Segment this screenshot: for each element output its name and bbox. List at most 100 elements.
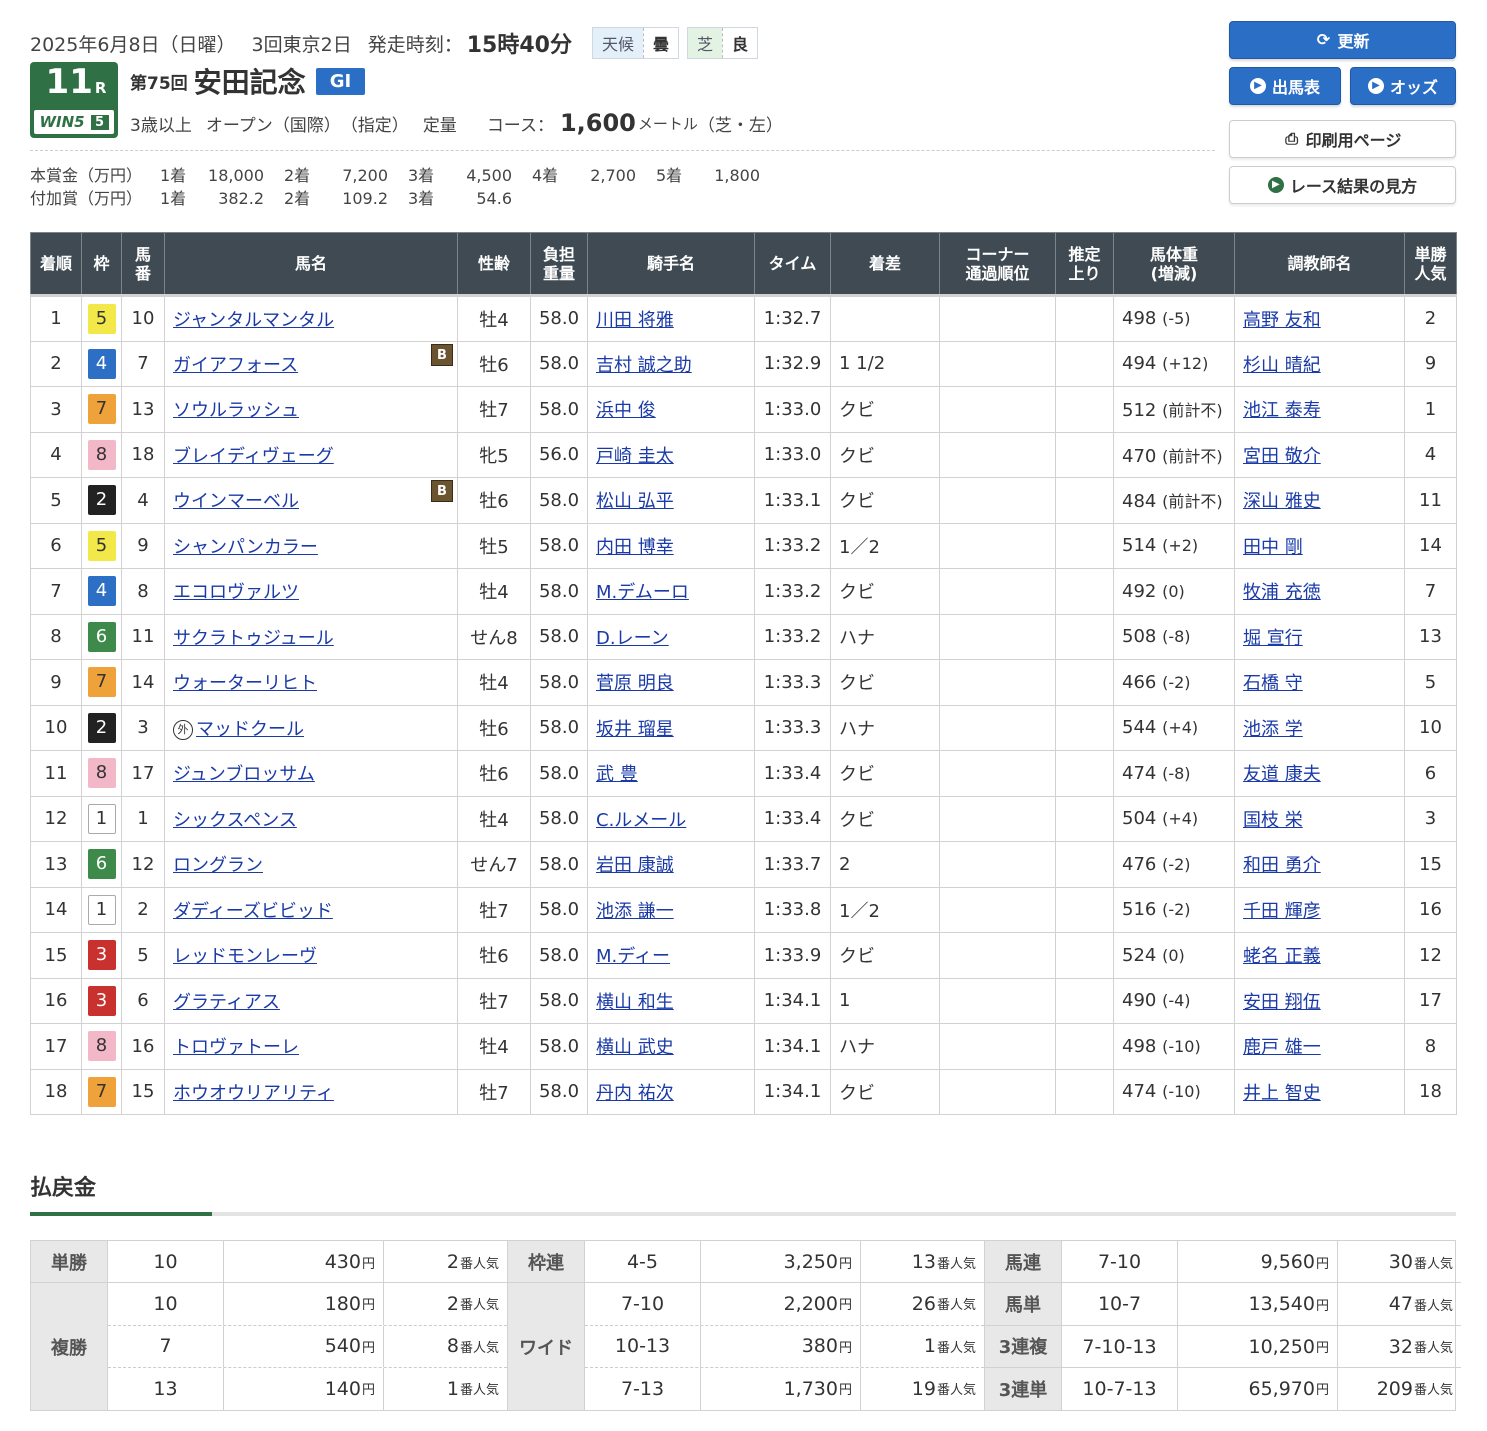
body-weight-cell: 474 (-10) — [1113, 1068, 1235, 1115]
payout-row: 7 540 円 8 番人気 — [108, 1325, 507, 1368]
corner-cell — [939, 613, 1056, 660]
col-rank[interactable]: 着順 — [30, 232, 82, 296]
trainer-link[interactable]: 田中 剛 — [1243, 537, 1303, 558]
horse-name-link[interactable]: マッドクール — [196, 719, 304, 740]
waku-badge: 7 — [87, 1076, 116, 1107]
trainer-link[interactable]: 深山 雅史 — [1243, 491, 1321, 512]
odds-button[interactable]: ▶ オッズ — [1350, 67, 1456, 105]
trainer-link[interactable]: 千田 輝彦 — [1243, 901, 1321, 922]
jockey-link[interactable]: 川田 将雅 — [596, 310, 674, 331]
horse-cell: サクラトゥジュール — [164, 613, 458, 660]
trainer-link[interactable]: 堀 宣行 — [1243, 628, 1303, 649]
jockey-link[interactable]: C.ルメール — [596, 810, 686, 831]
jockey-link[interactable]: 岩田 康誠 — [596, 855, 674, 876]
race-header: 2025年6月8日（日曜） 3回東京2日 発走時刻： 15時40分 天候 曇 芝… — [30, 20, 1220, 230]
col-sexage[interactable]: 性齢 — [457, 232, 531, 296]
last3f-cell — [1055, 522, 1114, 569]
horse-name-link[interactable]: ブレイディヴェーグ — [173, 446, 334, 467]
jockey-link[interactable]: 菅原 明良 — [596, 673, 674, 694]
body-weight: 504 — [1122, 808, 1157, 830]
col-popularity[interactable]: 単勝 人気 — [1404, 232, 1457, 296]
horse-name-link[interactable]: ウインマーベル — [173, 491, 299, 512]
trainer-link[interactable]: 杉山 晴紀 — [1243, 355, 1321, 376]
trainer-link[interactable]: 和田 勇介 — [1243, 855, 1321, 876]
horse-name-link[interactable]: ジャンタルマンタル — [173, 310, 334, 331]
trainer-link[interactable]: 友道 康夫 — [1243, 764, 1321, 785]
col-horse[interactable]: 馬名 — [164, 232, 458, 296]
last3f-cell — [1055, 977, 1114, 1024]
col-time[interactable]: タイム — [754, 232, 831, 296]
horse-cell: トロヴァトーレ — [164, 1023, 458, 1070]
last3f-cell — [1055, 568, 1114, 615]
jockey-link[interactable]: 池添 謙一 — [596, 901, 674, 922]
horse-name-link[interactable]: シャンパンカラー — [173, 537, 318, 558]
margin-cell: クビ — [830, 568, 940, 615]
jockey-link[interactable]: 横山 武史 — [596, 1037, 674, 1058]
col-last3f[interactable]: 推定 上り — [1055, 232, 1114, 296]
trainer-link[interactable]: 宮田 敬介 — [1243, 446, 1321, 467]
horse-name-link[interactable]: ガイアフォース — [173, 355, 298, 376]
jockey-link[interactable]: 坂井 瑠星 — [596, 719, 674, 740]
jockey-link[interactable]: M.デムーロ — [596, 582, 689, 603]
sexage-cell: 牡4 — [457, 1023, 531, 1070]
table-row: 17 8 16 トロヴァトーレ 牡4 58.0 横山 武史 1:34.1 ハナ 498 (-10)… — [30, 1023, 1457, 1070]
trainer-link[interactable]: 国枝 栄 — [1243, 810, 1303, 831]
trainer-link[interactable]: 安田 翔伍 — [1243, 992, 1321, 1013]
waku-cell: 5 — [81, 294, 122, 342]
horse-name-link[interactable]: エコロヴァルツ — [173, 582, 299, 603]
trainer-link[interactable]: 鹿戸 雄一 — [1243, 1037, 1321, 1058]
trainer-link[interactable]: 池江 泰寿 — [1243, 400, 1321, 421]
horse-name-link[interactable]: トロヴァトーレ — [173, 1037, 299, 1058]
horse-name-link[interactable]: ロングラン — [173, 855, 263, 876]
jockey-cell: 坂井 瑠星 — [587, 704, 755, 751]
col-weight[interactable]: 負担 重量 — [530, 232, 588, 296]
horse-name-link[interactable]: レッドモンレーヴ — [173, 946, 317, 967]
col-corner[interactable]: コーナー 通過順位 — [939, 232, 1056, 296]
jockey-link[interactable]: 浜中 俊 — [596, 400, 656, 421]
trainer-link[interactable]: 石橋 守 — [1243, 673, 1303, 694]
col-margin[interactable]: 着差 — [830, 232, 940, 296]
jockey-link[interactable]: D.レーン — [596, 628, 669, 649]
body-weight-cell: 524 (0) — [1113, 932, 1235, 979]
horse-name-link[interactable]: ソウルラッシュ — [173, 400, 299, 421]
margin-cell: 1／2 — [830, 522, 940, 569]
horse-name-link[interactable]: サクラトゥジュール — [173, 628, 334, 649]
horse-name-link[interactable]: シックスペンス — [173, 810, 297, 831]
jockey-link[interactable]: 丹内 祐次 — [596, 1083, 674, 1104]
payout-combination: 10-13 — [585, 1325, 701, 1367]
col-trainer[interactable]: 調教師名 — [1234, 232, 1405, 296]
jockey-link[interactable]: 内田 博幸 — [596, 537, 674, 558]
waku-cell: 7 — [81, 1068, 122, 1115]
trainer-link[interactable]: 高野 友和 — [1243, 310, 1321, 331]
jockey-link[interactable]: 武 豊 — [596, 764, 638, 785]
jockey-link[interactable]: M.ディー — [596, 946, 670, 967]
col-waku[interactable]: 枠 — [81, 232, 122, 296]
print-page-button[interactable]: ⎙ 印刷用ページ — [1229, 120, 1456, 158]
horse-name-link[interactable]: ホウオウリアリティ — [173, 1083, 334, 1104]
horse-name-link[interactable]: グラティアス — [173, 992, 280, 1013]
trainer-link[interactable]: 井上 智史 — [1243, 1083, 1321, 1104]
entries-button[interactable]: ▶ 出馬表 — [1229, 67, 1341, 105]
col-body-weight[interactable]: 馬体重 (増減) — [1113, 232, 1235, 296]
payout-combination: 10-7 — [1062, 1283, 1178, 1326]
jockey-link[interactable]: 吉村 誠之助 — [596, 355, 692, 376]
horse-name-link[interactable]: ジュンブロッサム — [173, 764, 315, 785]
refresh-button[interactable]: ⟳ 更新 — [1229, 21, 1456, 59]
sexage-cell: 牡4 — [457, 795, 531, 842]
track-condition-box: 芝 良 — [687, 27, 759, 59]
result-guide-button[interactable]: ▶ レース結果の見方 — [1229, 166, 1456, 204]
trainer-link[interactable]: 蛯名 正義 — [1243, 946, 1321, 967]
col-jockey[interactable]: 騎手名 — [587, 232, 755, 296]
trainer-link[interactable]: 池添 学 — [1243, 719, 1303, 740]
jockey-link[interactable]: 横山 和生 — [596, 992, 674, 1013]
waku-badge: 1 — [87, 803, 116, 834]
trainer-cell: 田中 剛 — [1234, 522, 1405, 569]
jockey-link[interactable]: 戸崎 圭太 — [596, 446, 674, 467]
payout-popularity: 30 番人気 — [1388, 1251, 1453, 1274]
horse-name-link[interactable]: ダディーズビビッド — [173, 901, 333, 922]
col-umaban[interactable]: 馬番 — [121, 232, 165, 296]
trainer-link[interactable]: 牧浦 充徳 — [1243, 582, 1321, 603]
jockey-link[interactable]: 松山 弘平 — [596, 491, 674, 512]
horse-name-link[interactable]: ウォーターリヒト — [173, 673, 317, 694]
waku-cell: 6 — [81, 613, 122, 660]
